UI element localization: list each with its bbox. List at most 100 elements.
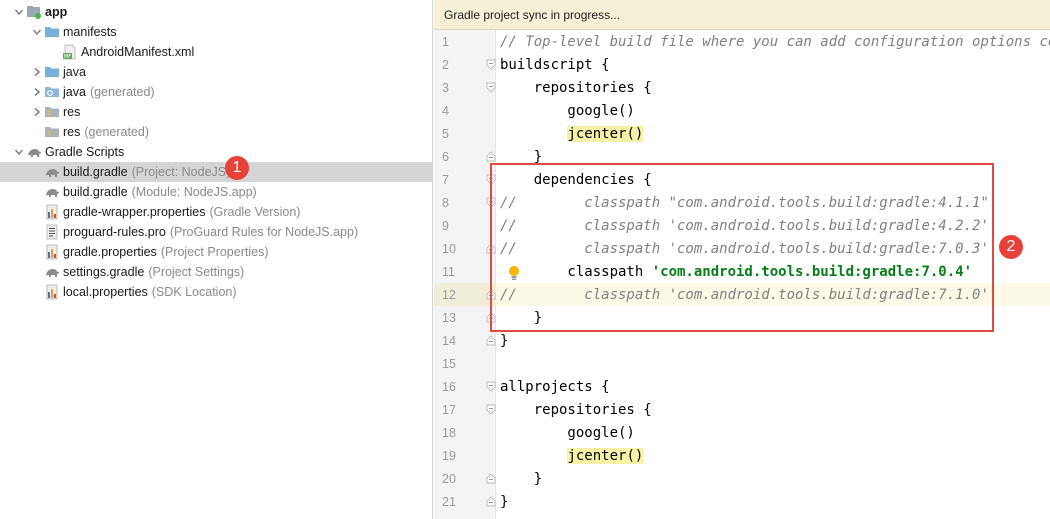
tree-item-label: gradle-wrapper.properties: [63, 205, 206, 219]
chevron-down-icon[interactable]: [12, 2, 26, 22]
tree-item[interactable]: proguard-rules.pro (ProGuard Rules for No…: [0, 222, 432, 242]
line-number-text: 13: [442, 310, 456, 325]
line-number-text: 5: [442, 126, 449, 141]
annotation-badge-2: 2: [999, 235, 1023, 259]
tree-item[interactable]: manifests: [0, 22, 432, 42]
code-line[interactable]: 20 }: [434, 467, 1050, 490]
code-text: }: [496, 467, 542, 490]
code-line[interactable]: 18 google(): [434, 421, 1050, 444]
lightbulb-icon[interactable]: [507, 265, 521, 281]
code-line[interactable]: 5 jcenter(): [434, 122, 1050, 145]
code-line[interactable]: 2 buildscript {: [434, 53, 1050, 76]
line-number: 17: [434, 398, 496, 421]
code-text: jcenter(): [496, 122, 644, 145]
code-token: repositories {: [500, 401, 652, 418]
code-token: // Top-level build file where you can ad…: [500, 33, 1050, 50]
tree-item-label: AndroidManifest.xml: [81, 45, 195, 59]
tree-item[interactable]: app: [0, 2, 432, 22]
tree-item[interactable]: gradle-wrapper.properties (Gradle Version…: [0, 202, 432, 222]
code-line[interactable]: 16 allprojects {: [434, 375, 1050, 398]
tree-item-label: app: [45, 5, 68, 19]
line-number-text: 7: [442, 172, 449, 187]
code-line[interactable]: 21}: [434, 490, 1050, 513]
tree-item[interactable]: java: [0, 62, 432, 82]
chevron-down-icon[interactable]: [12, 142, 26, 162]
code-text: google(): [496, 421, 634, 444]
code-line[interactable]: 3 repositories {: [434, 76, 1050, 99]
gradle-icon: [44, 264, 60, 280]
line-number: 11: [434, 260, 496, 283]
tree-item-label: gradle.properties: [63, 245, 157, 259]
code-text: buildscript {: [496, 53, 610, 76]
tree-item-label: proguard-rules.pro: [63, 225, 166, 239]
line-number: 6: [434, 145, 496, 168]
tree-item-label: build.gradle: [63, 185, 128, 199]
line-number-text: 6: [442, 149, 449, 164]
fold-close-icon[interactable]: [486, 151, 496, 162]
tree-item-label: java: [63, 65, 86, 79]
code-token: repositories {: [500, 79, 652, 96]
line-number: 16: [434, 375, 496, 398]
chevron-right-icon[interactable]: [30, 62, 44, 82]
line-number-text: 12: [442, 287, 456, 302]
code-token: google(): [500, 102, 635, 119]
code-line[interactable]: 4 google(): [434, 99, 1050, 122]
line-number: 12: [434, 283, 496, 306]
tree-item[interactable]: build.gradle (Module: NodeJS.app): [0, 182, 432, 202]
code-token: }: [500, 332, 509, 349]
chevron-down-icon[interactable]: [30, 22, 44, 42]
code-line[interactable]: 17 repositories {: [434, 398, 1050, 421]
tree-item-label: settings.gradle: [63, 265, 145, 279]
folder-icon: [44, 24, 60, 40]
properties-file-icon: [44, 244, 60, 260]
code-line[interactable]: 1 // Top-level build file where you can a…: [434, 30, 1050, 53]
tree-item-label: build.gradle: [63, 165, 128, 179]
tree-item[interactable]: build.gradle (Project: NodeJS): [0, 162, 432, 182]
line-number: 10: [434, 237, 496, 260]
tree-item-hint: (Project Properties): [160, 245, 269, 259]
module-icon: [26, 4, 42, 20]
code-line[interactable]: 19 jcenter(): [434, 444, 1050, 467]
tree-item[interactable]: res (generated): [0, 122, 432, 142]
line-number-text: 4: [442, 103, 449, 118]
tree-item[interactable]: local.properties (SDK Location): [0, 282, 432, 302]
tree-item[interactable]: res: [0, 102, 432, 122]
tree-item[interactable]: MF AndroidManifest.xml: [0, 42, 432, 62]
fold-close-icon[interactable]: [486, 473, 496, 484]
code-text: google(): [496, 99, 635, 122]
line-number-text: 16: [442, 379, 456, 394]
tree-item[interactable]: settings.gradle (Project Settings): [0, 262, 432, 282]
code-line[interactable]: 14}: [434, 329, 1050, 352]
fold-close-icon[interactable]: [486, 335, 496, 346]
tree-item[interactable]: Gradle Scripts: [0, 142, 432, 162]
fold-open-icon[interactable]: [486, 82, 496, 93]
code-line[interactable]: 15: [434, 352, 1050, 375]
fold-close-icon[interactable]: [486, 496, 496, 507]
text-file-icon: [44, 224, 60, 240]
line-number-text: 17: [442, 402, 456, 417]
fold-open-icon[interactable]: [486, 381, 496, 392]
tree-item-hint: (SDK Location): [151, 285, 237, 299]
tree-item[interactable]: gradle.properties (Project Properties): [0, 242, 432, 262]
line-number: 21: [434, 490, 496, 513]
line-number: 5: [434, 122, 496, 145]
code-token: }: [500, 470, 543, 487]
line-number: 19: [434, 444, 496, 467]
gradle-icon: [44, 184, 60, 200]
chevron-right-icon[interactable]: [30, 102, 44, 122]
fold-open-icon[interactable]: [486, 59, 496, 70]
fold-open-icon[interactable]: [486, 404, 496, 415]
tree-item-label: java: [63, 85, 86, 99]
line-number-text: 18: [442, 425, 456, 440]
line-number-text: 9: [442, 218, 449, 233]
code-token: allprojects {: [500, 378, 610, 395]
chevron-right-icon[interactable]: [30, 82, 44, 102]
project-tree: app manifests MF AndroidManifest.xml java jav…: [0, 0, 433, 519]
tree-item[interactable]: java (generated): [0, 82, 432, 102]
